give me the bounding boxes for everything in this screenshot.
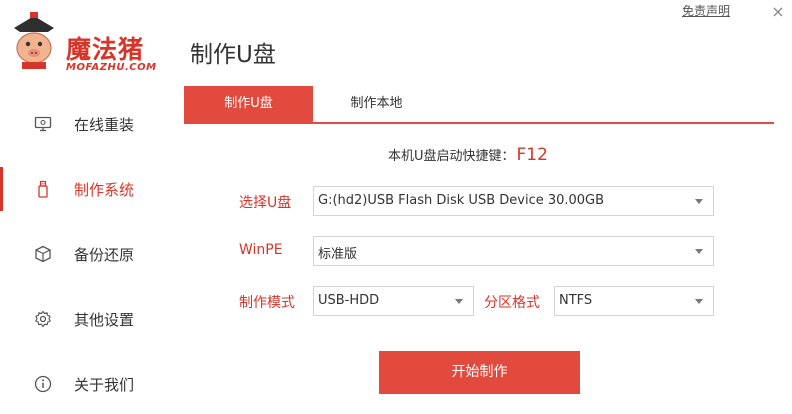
backup-cube-icon [33,244,53,264]
sidebar-item-label: 制作系统 [74,180,135,199]
hotkey-label: 本机U盘启动快捷键： [388,149,515,164]
winpe-select-label: WinPE [239,242,283,258]
hotkey-info: 本机U盘启动快捷键： F12 [388,145,548,165]
page-title: 制作U盘 [190,42,276,68]
sidebar-item-label: 其他设置 [74,310,135,329]
sidebar-item-label: 关于我们 [74,375,135,394]
sidebar-item-online-reinstall[interactable]: 在线重装 [0,94,170,154]
tab-bar: 制作U盘 制作本地 [184,86,774,124]
sidebar-item-label: 在线重装 [74,115,135,134]
sidebar-item-other-settings[interactable]: 其他设置 [0,289,170,349]
partition-select-value: NTFS [559,293,593,308]
sidebar-item-make-system[interactable]: 制作系统 [0,159,170,219]
tab-make-local[interactable]: 制作本地 [313,86,440,122]
chevron-down-icon [695,199,703,204]
logo-text: 魔法猪 [66,35,145,64]
mode-select[interactable]: USB-HDD [313,286,474,316]
pig-mascot-icon [14,12,54,69]
sidebar-item-label: 备份还原 [74,245,135,264]
start-button[interactable]: 开始制作 [379,351,580,394]
chevron-down-icon [695,249,703,254]
hotkey-value: F12 [516,145,548,165]
sidebar-item-about-us[interactable]: 关于我们 [0,354,170,414]
usb-drive-icon [33,179,53,199]
partition-select-label: 分区格式 [484,295,540,311]
app-logo: 魔法猪 MOFAZHU.COM [8,12,173,73]
sidebar-item-backup-restore[interactable]: 备份还原 [0,224,170,284]
mode-select-label: 制作模式 [239,295,295,311]
info-icon [33,374,53,394]
partition-select[interactable]: NTFS [554,286,714,316]
disclaimer-link[interactable]: 免责声明 [682,2,730,19]
winpe-select-value: 标准版 [318,247,358,262]
chevron-down-icon [455,299,463,304]
gear-icon [33,309,53,329]
logo-subtext: MOFAZHU.COM [66,62,157,73]
usb-select-value: G:(hd2)USB Flash Disk USB Device 30.00GB [318,193,605,208]
tab-make-usb[interactable]: 制作U盘 [184,86,313,122]
close-button[interactable]: × [766,2,790,22]
winpe-select[interactable]: 标准版 [313,236,714,266]
monitor-icon [33,114,53,134]
usb-select[interactable]: G:(hd2)USB Flash Disk USB Device 30.00GB [313,186,714,216]
chevron-down-icon [695,299,703,304]
mode-select-value: USB-HDD [318,293,380,308]
usb-select-label: 选择U盘 [239,195,292,211]
